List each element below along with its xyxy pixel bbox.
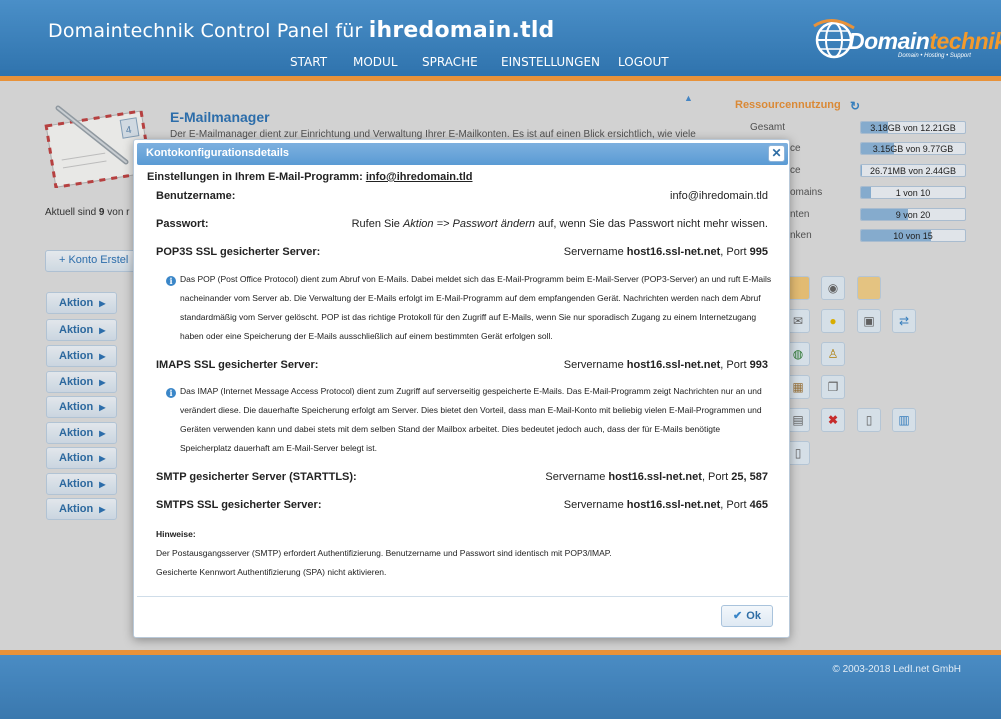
password-hint: Rufen Sie Aktion => Passwort ändern auf,… <box>352 218 768 230</box>
server-port: 993 <box>749 359 768 371</box>
server-host: host16.ssl-net.net <box>626 499 721 511</box>
ok-button[interactable]: ✔ Ok <box>721 605 773 627</box>
account-config-dialog: Kontokonfigurationsdetails ✕ Einstellung… <box>133 139 790 638</box>
server-prefix: Servername <box>545 471 606 483</box>
port-prefix: , Port <box>720 246 747 258</box>
nav-logout[interactable]: LOGOUT <box>618 55 669 69</box>
server-host: host16.ssl-net.net <box>608 471 702 483</box>
nav-modul[interactable]: MODUL <box>353 55 398 69</box>
app-title: Domaintechnik Control Panel für ihredoma… <box>48 18 555 43</box>
nav-einstellungen[interactable]: EINSTELLUNGEN <box>501 55 600 69</box>
server-host: host16.ssl-net.net <box>626 359 721 371</box>
hints-title: Hinweise: <box>156 529 196 539</box>
username-label: Benutzername: <box>156 190 236 202</box>
close-icon[interactable]: ✕ <box>768 145 785 162</box>
port-prefix: , Port <box>701 471 729 483</box>
app-title-domain: ihredomain.tld <box>368 18 555 43</box>
port-prefix: , Port <box>720 359 747 371</box>
ok-label: Ok <box>746 610 761 622</box>
logo-tagline: Domain • Hosting • Support <box>898 53 971 59</box>
smtps-label: SMTPS SSL gesicherter Server: <box>156 499 322 511</box>
dialog-subtitle: Einstellungen in Ihrem E-Mail-Programm: … <box>147 171 473 183</box>
pop3-server: Servername host16.ssl-net.net, Port 995 <box>564 246 768 258</box>
imap-info: Das IMAP (Internet Message Access Protoc… <box>180 386 762 453</box>
hint-item: Gesicherte Kennwort Authentifizierung (S… <box>156 567 387 577</box>
server-port: 465 <box>749 499 768 511</box>
imap-label: IMAPS SSL gesicherter Server: <box>156 359 319 371</box>
footer: © 2003-2018 LedI.net GmbH <box>0 655 1001 719</box>
port-prefix: , Port <box>720 499 747 511</box>
email-link[interactable]: info@ihredomain.tld <box>366 171 473 183</box>
logo-main-text: Domain <box>848 28 930 54</box>
dialog-divider <box>137 596 788 597</box>
password-hint-pre: Rufen Sie <box>351 218 403 230</box>
copyright: © 2003-2018 LedI.net GmbH <box>832 664 961 675</box>
password-hint-action: Aktion => Passwort ändern <box>402 218 536 230</box>
subtitle-prefix: Einstellungen in Ihrem E-Mail-Programm: <box>147 171 363 183</box>
logo-accent-text: technik <box>929 28 1001 54</box>
nav-sprache[interactable]: SPRACHE <box>422 55 478 69</box>
nav-start[interactable]: START <box>290 55 327 69</box>
server-port: 995 <box>749 246 768 258</box>
dialog-titlebar: Kontokonfigurationsdetails ✕ <box>137 143 788 165</box>
password-hint-post: auf, wenn Sie das Passwort nicht mehr wi… <box>535 218 768 230</box>
dialog-title: Kontokonfigurationsdetails <box>146 147 289 159</box>
logo[interactable]: Domaintechnik Domain • Hosting • Support <box>806 16 1001 72</box>
pop3-label: POP3S SSL gesicherter Server: <box>156 246 321 258</box>
header: Domaintechnik Control Panel für ihredoma… <box>0 0 1001 76</box>
password-label: Passwort: <box>156 218 209 230</box>
imap-server: Servername host16.ssl-net.net, Port 993 <box>564 359 768 371</box>
app-title-prefix: Domaintechnik Control Panel für <box>48 20 363 42</box>
server-port: 25, 587 <box>731 471 768 483</box>
checkmark-icon: ✔ <box>733 610 743 622</box>
smtp-server: Servername host16.ssl-net.net, Port 25, … <box>545 471 768 483</box>
server-prefix: Servername <box>563 499 624 511</box>
server-prefix: Servername <box>563 246 624 258</box>
username-value: info@ihredomain.tld <box>670 190 768 202</box>
pop3-info: Das POP (Post Office Protocol) dient zum… <box>180 274 772 341</box>
server-prefix: Servername <box>563 359 624 371</box>
smtps-server: Servername host16.ssl-net.net, Port 465 <box>564 499 768 511</box>
hint-item: Der Postausgangsserver (SMTP) erfordert … <box>156 548 612 558</box>
server-host: host16.ssl-net.net <box>626 246 721 258</box>
smtp-label: SMTP gesicherter Server (STARTTLS): <box>156 471 357 483</box>
logo-wordmark: Domaintechnik <box>848 28 1001 55</box>
